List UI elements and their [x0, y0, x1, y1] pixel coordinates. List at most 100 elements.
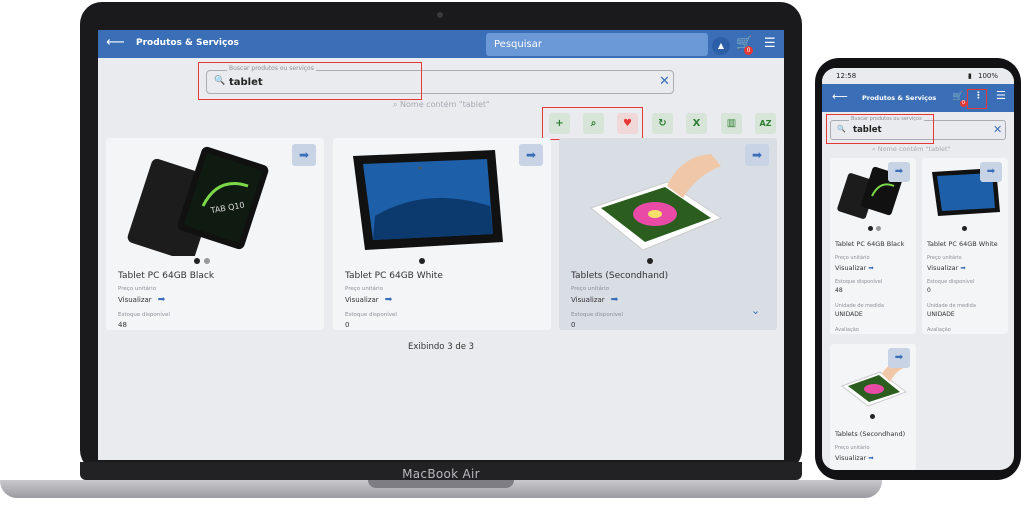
sort-az-button[interactable]: AZ	[755, 113, 776, 134]
open-arrow-icon[interactable]: ➡	[888, 348, 910, 368]
rating-label: Avaliação	[927, 327, 951, 333]
view-label: Visualizar	[835, 454, 867, 462]
rating-label: Avaliação	[835, 327, 859, 333]
open-arrow-icon[interactable]: ➡	[519, 144, 543, 166]
arrow-right-icon: ➡	[384, 295, 393, 305]
favorite-button[interactable]: ♥	[617, 113, 638, 134]
product-title: Tablet PC 64GB Black	[835, 240, 905, 248]
carousel-dot[interactable]	[419, 258, 425, 264]
laptop-camera	[437, 12, 443, 18]
carousel-dot[interactable]	[647, 258, 653, 264]
page-title: Produtos & Serviços	[136, 38, 239, 48]
price-label: Preço unitário	[835, 445, 870, 451]
status-time: 12:58	[836, 72, 857, 80]
product-title: Tablet PC 64GB White	[345, 271, 443, 281]
product-image: TAB Q10	[118, 146, 278, 262]
stock-label: Estoque disponível	[571, 312, 623, 318]
highlight-box-more	[967, 89, 987, 109]
unit-value: UNIDADE	[835, 311, 863, 318]
unit-label: Unidade de medida	[835, 303, 884, 309]
carousel-dot[interactable]	[868, 226, 873, 231]
product-card[interactable]: ➡ Tablet PC 64GB Black Preço unitário Vi…	[830, 158, 916, 334]
arrow-right-icon: ➡	[157, 295, 166, 305]
carousel-dot[interactable]	[194, 258, 200, 264]
product-card[interactable]: ➡ Tablet PC 64GB White Preço unitário Vi…	[922, 158, 1008, 334]
highlight-box-search	[826, 114, 934, 144]
refresh-button[interactable]: ↻	[652, 113, 673, 134]
product-title: Tablets (Secondhand)	[571, 271, 669, 281]
view-link[interactable]: Visualizar ➡	[118, 295, 165, 305]
product-card[interactable]: ➡ Tablets (Secondhand) Preço unitário Vi…	[559, 138, 777, 330]
back-arrow-icon[interactable]: ⟵	[832, 90, 848, 103]
clear-icon[interactable]: ✕	[659, 74, 670, 89]
stock-value: 0	[571, 321, 576, 329]
price-label: Preço unitário	[835, 255, 870, 261]
price-label: Preço unitário	[571, 286, 610, 292]
product-card[interactable]: TAB Q10 ➡ Tablet PC 64GB Black Preço uni…	[106, 138, 324, 330]
stock-value: 0	[927, 287, 931, 294]
carousel-dot[interactable]	[876, 226, 881, 231]
excel-export-button[interactable]: X	[686, 113, 707, 134]
cart-badge: 0	[960, 100, 967, 107]
laptop-brand: MacBook Air	[402, 467, 480, 481]
carousel-dot[interactable]	[870, 414, 875, 419]
hamburger-menu-icon[interactable]: ☰	[764, 36, 776, 51]
cart-badge: 0	[744, 46, 753, 55]
top-search-input[interactable]: Pesquisar	[486, 33, 708, 56]
view-link[interactable]: Visualizar ➡	[927, 264, 966, 272]
view-link[interactable]: Visualizar ➡	[345, 295, 392, 305]
status-battery: 100%	[978, 72, 999, 80]
stock-label: Estoque disponível	[927, 279, 975, 285]
view-label: Visualizar	[571, 296, 605, 304]
laptop-screen: ⟵ Produtos & Serviços Pesquisar ▲ 🛒 0 ☰ …	[98, 30, 784, 460]
results-count: Exibindo 3 de 3	[408, 342, 475, 352]
product-image	[571, 146, 731, 256]
unit-value: UNIDADE	[927, 311, 955, 318]
arrow-right-icon: ➡	[610, 295, 619, 305]
chevron-down-icon[interactable]: ⌄	[751, 304, 760, 317]
product-card[interactable]: ➡ Tablets (Secondhand) Preço unitário Vi…	[830, 344, 916, 470]
search-hint: ⌕ Nome contém "tablet"	[872, 145, 951, 153]
columns-button[interactable]: ▥	[721, 113, 742, 134]
back-arrow-icon[interactable]: ⟵	[106, 35, 125, 50]
view-label: Visualizar	[345, 296, 379, 304]
price-label: Preço unitário	[927, 255, 962, 261]
open-arrow-icon[interactable]: ➡	[888, 162, 910, 182]
collapse-up-icon[interactable]: ▲	[712, 37, 730, 55]
price-label: Preço unitário	[345, 286, 384, 292]
open-arrow-icon[interactable]: ➡	[292, 144, 316, 166]
view-link[interactable]: Visualizar ➡	[835, 454, 874, 462]
page-title: Produtos & Serviços	[862, 94, 937, 102]
view-label: Visualizar	[835, 264, 867, 272]
status-bar: 12:58 ▮ 100%	[822, 68, 1014, 84]
view-label: Visualizar	[118, 296, 152, 304]
open-arrow-icon[interactable]: ➡	[745, 144, 769, 166]
carousel-dot[interactable]	[962, 226, 967, 231]
stock-value: 0	[345, 321, 350, 329]
product-title: Tablet PC 64GB Black	[118, 271, 215, 281]
carousel-dot[interactable]	[204, 258, 210, 264]
stock-value: 48	[118, 321, 127, 329]
phone-screen: 12:58 ▮ 100% ⟵ Produtos & Serviços 🛒 0 ⋮…	[822, 68, 1014, 470]
search-hint-text: Nome contém "tablet"	[400, 100, 490, 109]
arrow-right-icon: ➡	[868, 264, 874, 272]
open-arrow-icon[interactable]: ➡	[980, 162, 1002, 182]
stock-label: Estoque disponível	[118, 312, 170, 318]
stock-value: 48	[835, 287, 843, 294]
view-link[interactable]: Visualizar ➡	[571, 295, 618, 305]
app-bar: ⟵ Produtos & Serviços Pesquisar ▲ 🛒 0 ☰	[98, 30, 784, 58]
arrow-right-icon: ➡	[868, 454, 874, 462]
laptop-notch	[368, 480, 514, 488]
search-hint: ⌕ Nome contém "tablet"	[393, 100, 490, 109]
stock-label: Estoque disponível	[835, 279, 883, 285]
hamburger-menu-icon[interactable]: ☰	[996, 89, 1006, 102]
arrow-right-icon: ➡	[960, 264, 966, 272]
price-label: Preço unitário	[118, 286, 157, 292]
search-button[interactable]: ⌕	[583, 113, 604, 134]
product-card[interactable]: ➡ Tablet PC 64GB White Preço unitário Vi…	[333, 138, 551, 330]
search-hint-text: Nome contém "tablet"	[877, 145, 951, 153]
clear-icon[interactable]: ✕	[993, 123, 1002, 136]
add-button[interactable]: +	[549, 113, 570, 134]
view-link[interactable]: Visualizar ➡	[835, 264, 874, 272]
product-title: Tablets (Secondhand)	[835, 430, 906, 438]
